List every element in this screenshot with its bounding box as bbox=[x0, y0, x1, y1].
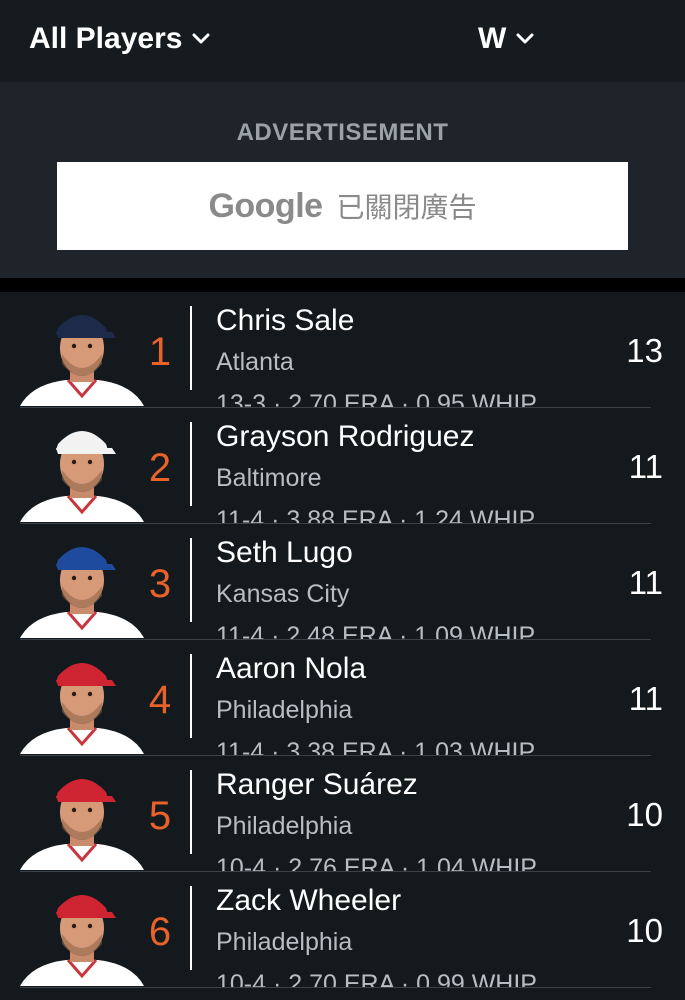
chevron-down-icon bbox=[192, 33, 210, 44]
player-name[interactable]: Seth Lugo bbox=[216, 536, 353, 570]
rank-divider bbox=[190, 538, 192, 622]
row-separator bbox=[20, 987, 651, 988]
section-divider bbox=[0, 278, 685, 292]
player-rank: 4 bbox=[148, 678, 172, 722]
player-stat-line: 10-4 · 2.70 ERA · 0.99 WHIP bbox=[216, 970, 537, 988]
player-stat-line: 10-4 · 2.76 ERA · 1.04 WHIP bbox=[216, 854, 537, 872]
player-stat-line: 11-4 · 2.48 ERA · 1.09 WHIP bbox=[216, 622, 536, 640]
player-wins-value: 10 bbox=[626, 912, 663, 949]
player-headshot bbox=[20, 663, 144, 754]
player-rank: 3 bbox=[148, 562, 172, 606]
player-row[interactable]: 1 Chris Sale Atlanta 13-3 · 2.70 ERA · 0.95… bbox=[0, 292, 685, 408]
stat-filter-dropdown[interactable]: W bbox=[478, 22, 534, 56]
player-rank: 5 bbox=[148, 794, 172, 838]
player-team: Atlanta bbox=[216, 348, 294, 376]
rank-divider bbox=[190, 770, 192, 854]
player-row[interactable]: 2 Grayson Rodriguez Baltimore 11-4 · 3.88 E… bbox=[0, 408, 685, 524]
ad-closed-text: 已關閉廣告 bbox=[336, 191, 477, 224]
player-name[interactable]: Aaron Nola bbox=[216, 652, 366, 686]
rank-divider bbox=[190, 654, 192, 738]
player-name[interactable]: Chris Sale bbox=[216, 304, 354, 338]
player-headshot bbox=[20, 779, 144, 870]
player-rank: 6 bbox=[148, 910, 172, 954]
player-stat-line: 11-4 · 3.88 ERA · 1.24 WHIP bbox=[216, 506, 536, 524]
rank-divider bbox=[190, 306, 192, 390]
leaderboard-list: 1 Chris Sale Atlanta 13-3 · 2.70 ERA · 0.95… bbox=[0, 292, 685, 1000]
google-logo: Google bbox=[208, 186, 323, 225]
player-headshot bbox=[20, 315, 144, 406]
player-rank: 2 bbox=[148, 446, 172, 490]
player-row[interactable]: 5 Ranger Suárez Philadelphia 10-4 · 2.76 ER… bbox=[0, 756, 685, 872]
player-name[interactable]: Ranger Suárez bbox=[216, 768, 418, 802]
player-row[interactable]: 3 Seth Lugo Kansas City 11-4 · 2.48 ERA · 1… bbox=[0, 524, 685, 640]
player-row[interactable]: 4 Aaron Nola Philadelphia 11-4 · 3.38 ERA ·… bbox=[0, 640, 685, 756]
player-team: Philadelphia bbox=[216, 812, 353, 840]
player-team: Philadelphia bbox=[216, 928, 353, 956]
player-team: Kansas City bbox=[216, 580, 350, 608]
chevron-down-icon bbox=[516, 33, 534, 44]
player-headshot bbox=[20, 547, 144, 638]
players-filter-label: All Players bbox=[29, 22, 183, 55]
player-team: Baltimore bbox=[216, 464, 322, 492]
player-wins-value: 10 bbox=[626, 796, 663, 833]
rank-divider bbox=[190, 422, 192, 506]
header-bar: All Players W bbox=[0, 0, 685, 82]
player-team: Philadelphia bbox=[216, 696, 353, 724]
player-wins-value: 13 bbox=[626, 332, 663, 369]
player-name[interactable]: Zack Wheeler bbox=[216, 884, 401, 918]
player-name[interactable]: Grayson Rodriguez bbox=[216, 420, 474, 454]
ad-closed-banner[interactable]: Google 已關閉廣告 bbox=[57, 162, 628, 250]
advertisement-label: ADVERTISEMENT bbox=[236, 119, 449, 146]
player-row[interactable]: 6 Zack Wheeler Philadelphia 10-4 · 2.70 ERA… bbox=[0, 872, 685, 988]
player-stat-line: 11-4 · 3.38 ERA · 1.03 WHIP bbox=[216, 738, 536, 756]
rank-divider bbox=[190, 886, 192, 970]
player-rank: 1 bbox=[148, 330, 172, 374]
stat-filter-label: W bbox=[478, 22, 507, 55]
player-headshot bbox=[20, 895, 144, 986]
players-filter-dropdown[interactable]: All Players bbox=[29, 22, 210, 56]
player-headshot bbox=[20, 431, 144, 522]
player-wins-value: 11 bbox=[628, 448, 663, 485]
player-wins-value: 11 bbox=[628, 564, 663, 601]
player-stat-line: 13-3 · 2.70 ERA · 0.95 WHIP bbox=[216, 390, 537, 408]
advertisement-area: ADVERTISEMENT Google 已關閉廣告 bbox=[0, 82, 685, 278]
player-wins-value: 11 bbox=[628, 680, 663, 717]
